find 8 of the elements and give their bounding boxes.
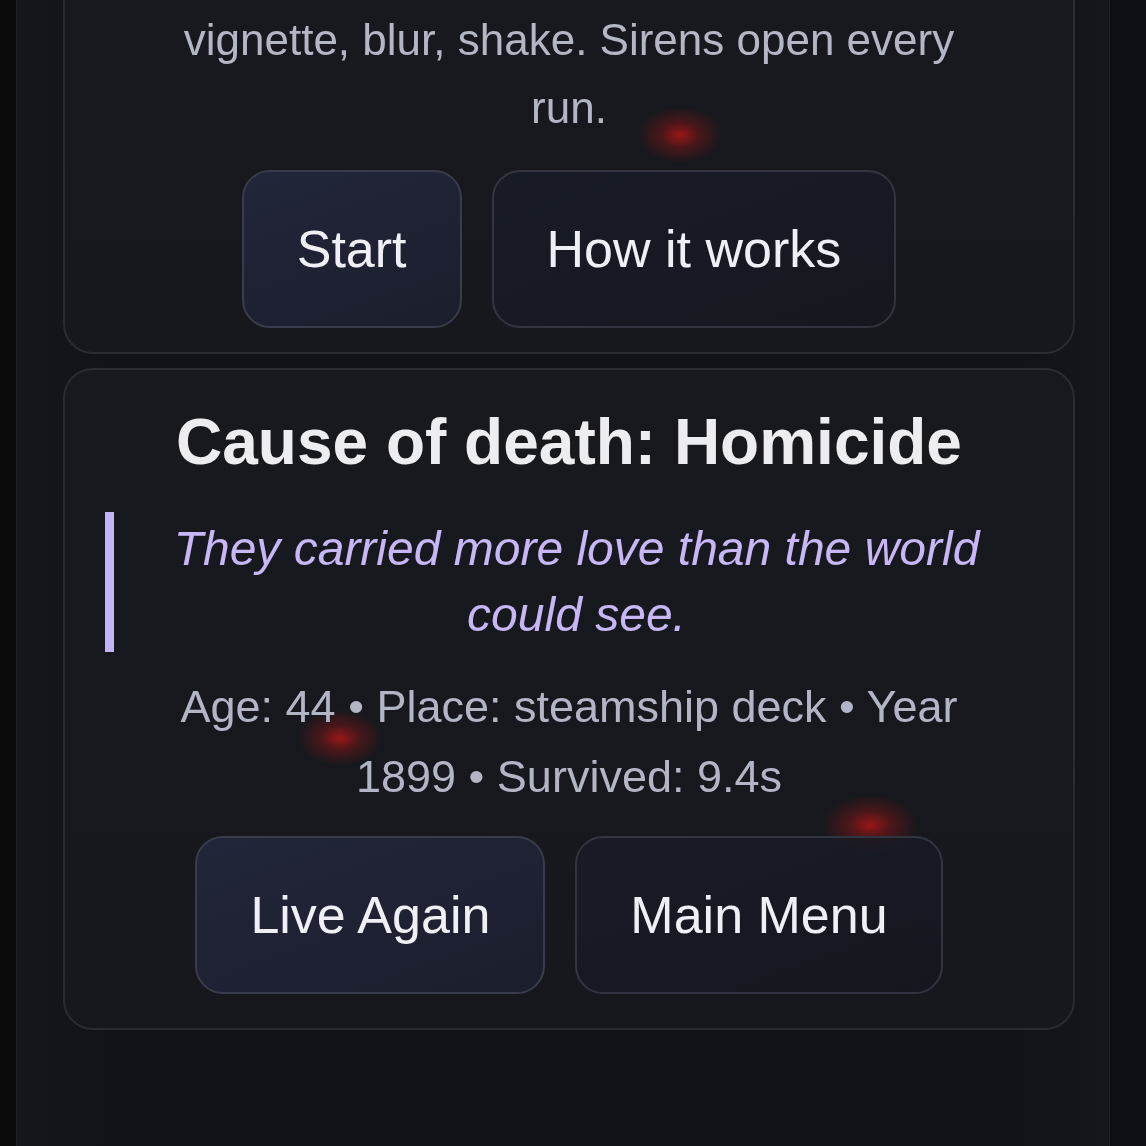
run-details: Age: 44 • Place: steamship deck • Year 1899 • Survived: 9.4s xyxy=(179,680,959,804)
help-button[interactable]: How it works xyxy=(491,170,897,328)
retry-button[interactable]: Live Again xyxy=(195,836,546,994)
menu-button[interactable]: Main Menu xyxy=(575,836,943,994)
start-button[interactable]: Start xyxy=(241,170,462,328)
epitaph-text: They carried more love than the world could see. xyxy=(172,521,982,643)
death-title: Cause of death: Homicide xyxy=(176,405,962,480)
intro-text: vignette, blur, shake. Sirens open every run. xyxy=(182,14,956,134)
